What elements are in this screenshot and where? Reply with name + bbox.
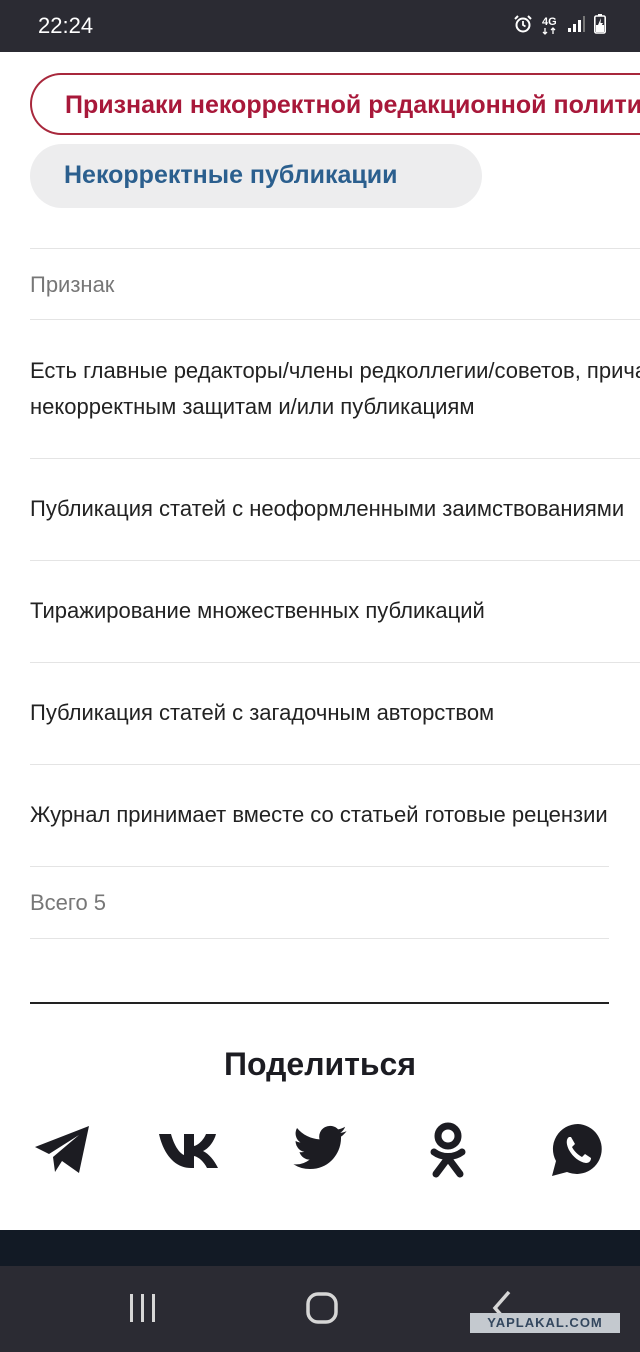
table-header: Признак (30, 248, 640, 319)
row-text-line-1: Есть главные редакторы/члены редколлегии… (30, 358, 640, 383)
whatsapp-icon[interactable] (548, 1120, 612, 1184)
status-bar: 22:24 4G (0, 0, 640, 52)
tab-editorial-policy[interactable]: Признаки некорректной редакционной полит… (30, 73, 640, 135)
table-row: Публикация статей с загадочным авторство… (30, 662, 640, 764)
network-label: 4G (542, 16, 557, 28)
table-row: Есть главные редакторы/члены редколлегии… (30, 319, 640, 458)
table-row: Тиражирование множественных публикаций (30, 560, 640, 662)
tab-incorrect-publications[interactable]: Некорректные публикации (30, 144, 482, 208)
share-icons (0, 1120, 640, 1184)
status-icons: 4G (513, 13, 606, 39)
share-title: Поделиться (223, 1046, 417, 1082)
page-footer (0, 1230, 640, 1266)
network-4g-icon: 4G (542, 17, 558, 35)
table-row: Журнал принимает вместе со статьей готов… (30, 764, 640, 866)
recent-apps-icon[interactable] (121, 1288, 165, 1332)
status-time: 22:24 (38, 13, 94, 38)
table-total: Всего 5 (30, 866, 609, 938)
navigation-bar (0, 1266, 640, 1352)
twitter-icon[interactable] (291, 1120, 355, 1184)
signal-icon (567, 15, 585, 38)
home-icon[interactable] (300, 1288, 344, 1332)
odnoklassniki-icon[interactable] (418, 1120, 482, 1184)
alarm-icon (513, 14, 533, 39)
table-row: Публикация статей с неоформленными заимс… (30, 458, 640, 560)
section-divider (30, 1002, 609, 1004)
vk-icon[interactable] (158, 1120, 222, 1184)
telegram-icon[interactable] (32, 1120, 96, 1184)
battery-charging-icon (594, 13, 606, 39)
watermark: YAPLAKAL.COM (470, 1313, 620, 1333)
row-text-line-2: некорректным защитам и/или публикациям (30, 394, 475, 419)
table-divider (30, 938, 609, 939)
criteria-table: Признак Есть главные редакторы/члены ред… (30, 248, 640, 939)
